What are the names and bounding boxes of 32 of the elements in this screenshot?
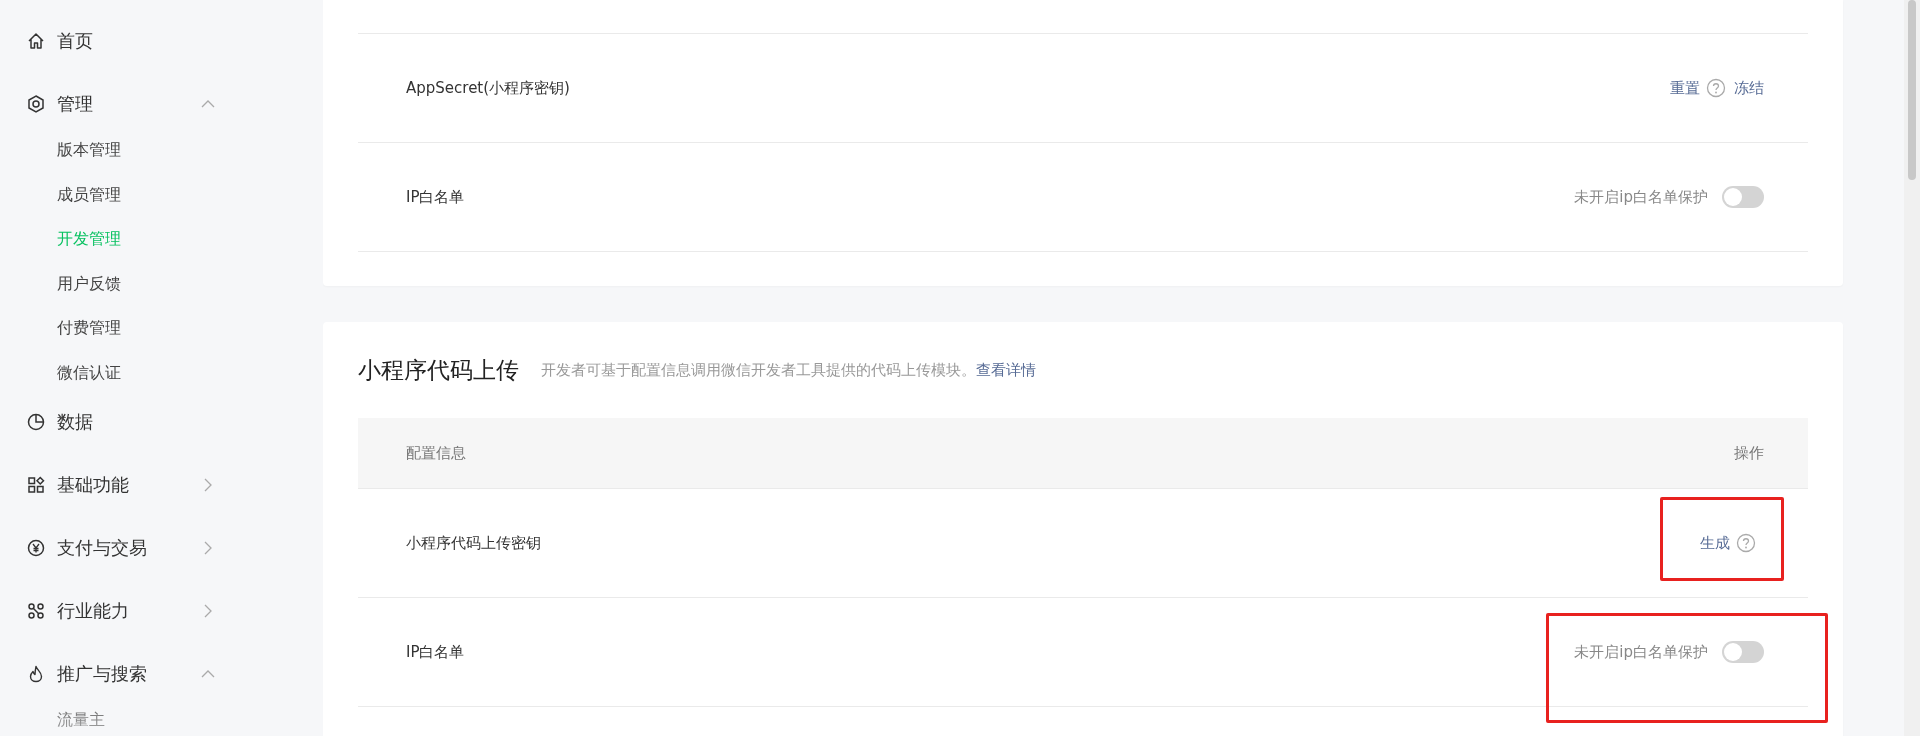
help-icon[interactable] — [1736, 533, 1756, 553]
toggle-status: 未开启ip白名单保护 — [1574, 642, 1708, 662]
toggle-switch[interactable] — [1722, 186, 1764, 208]
toggle-switch[interactable] — [1722, 641, 1764, 663]
yen-icon — [26, 537, 46, 558]
details-link[interactable]: 查看详情 — [976, 361, 1036, 378]
row-label: IP白名单 — [406, 187, 465, 207]
home-icon — [26, 30, 46, 51]
help-icon[interactable] — [1706, 78, 1726, 98]
scrollbar[interactable] — [1904, 0, 1920, 736]
toggle-status: 未开启ip白名单保护 — [1574, 187, 1708, 207]
row-label: IP白名单 — [406, 642, 465, 662]
nav-subitem[interactable]: 付费管理 — [0, 306, 167, 351]
pie-chart-icon — [26, 411, 46, 432]
nav-item[interactable]: 首页 — [0, 9, 216, 72]
action-link[interactable]: 重置 — [1670, 78, 1700, 98]
action-link[interactable]: 冻结 — [1734, 78, 1764, 98]
nav-subitem[interactable]: 成员管理 — [0, 172, 167, 217]
row-label: 小程序代码上传密钥 — [406, 533, 541, 553]
hexagon-icon — [26, 93, 46, 114]
nav-subitem[interactable]: 用户反馈 — [0, 261, 167, 306]
nodes-icon — [26, 600, 46, 621]
column-header: 操作 — [1734, 443, 1764, 463]
column-header: 配置信息 — [406, 443, 466, 463]
section-title: 小程序代码上传 — [358, 355, 519, 385]
nav-item[interactable]: 基础功能 — [0, 453, 216, 516]
action-link[interactable]: 生成 — [1700, 533, 1730, 553]
row-label: AppSecret(小程序密钥) — [406, 78, 570, 98]
nav-item[interactable]: 支付与交易 — [0, 516, 216, 579]
section-description: 开发者可基于配置信息调用微信开发者工具提供的代码上传模块。查看详情 — [541, 360, 1036, 380]
grid-icon — [26, 474, 46, 495]
nav-item[interactable]: 行业能力 — [0, 579, 216, 642]
